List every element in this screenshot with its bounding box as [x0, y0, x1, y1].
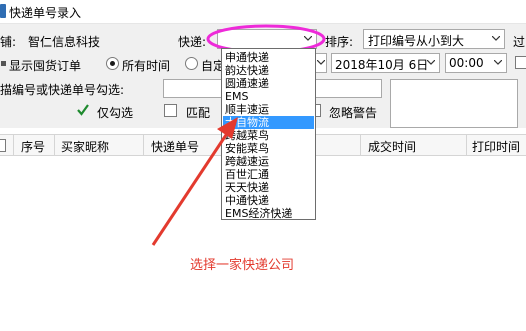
ignore-warning-label[interactable]: 忽略警告 — [329, 104, 377, 121]
sort-combo[interactable]: 打印编号从小到大 — [363, 29, 505, 49]
all-time-radio[interactable] — [106, 57, 119, 70]
show-labels-label[interactable]: 显示囤货订单 — [9, 57, 81, 74]
shop-label: 铺: — [0, 35, 17, 49]
column-header[interactable]: 打印时间 — [472, 138, 520, 155]
title-bar: 快递单号录入 — [0, 0, 526, 24]
window-title: 快递单号录入 — [9, 6, 82, 20]
chevron-down-icon[interactable] — [423, 54, 439, 72]
dropdown-option[interactable]: EMS — [223, 90, 314, 103]
annotation-arrow — [151, 117, 238, 246]
dropdown-option[interactable]: 申通快递 — [223, 51, 314, 64]
message-box — [390, 79, 518, 128]
column-header[interactable]: 买家昵称 — [61, 138, 109, 155]
time-picker[interactable]: 00:00 — [445, 53, 507, 73]
chevron-down-icon[interactable] — [488, 30, 504, 48]
chevron-down-icon[interactable] — [490, 54, 506, 72]
custom-time-radio[interactable] — [185, 57, 198, 70]
sort-label: 排序: — [325, 35, 354, 49]
all-time-label[interactable]: 所有时间 — [122, 57, 170, 74]
dropdown-option[interactable]: 圆通速递 — [223, 77, 314, 90]
column-header[interactable]: 序号 — [21, 138, 45, 155]
scan-label: 描编号或快递单号勾选: — [0, 83, 125, 97]
column-header[interactable]: 成交时间 — [368, 138, 416, 155]
time-value: 00:00 — [449, 56, 484, 70]
app-icon — [0, 4, 6, 18]
list-bullet — [1, 61, 6, 66]
time-enable-checkbox[interactable] — [515, 56, 526, 69]
date-picker[interactable]: 2018年10月 6日 — [331, 53, 440, 73]
dropdown-option[interactable]: 韵达快递 — [223, 64, 314, 77]
only-checked-label[interactable]: 仅勾选 — [97, 104, 133, 121]
filter-label-cut: 过 — [513, 35, 526, 49]
express-label: 快递: — [178, 35, 207, 49]
check-mark-icon[interactable] — [76, 103, 90, 117]
shop-name: 智仁信息科技 — [28, 35, 101, 49]
date-value: 2018年10月 6日 — [335, 58, 429, 72]
select-all-checkbox[interactable] — [0, 139, 6, 152]
sort-combo-value: 打印编号从小到大 — [368, 34, 465, 48]
annotation-caption: 选择一家快递公司 — [190, 258, 295, 273]
